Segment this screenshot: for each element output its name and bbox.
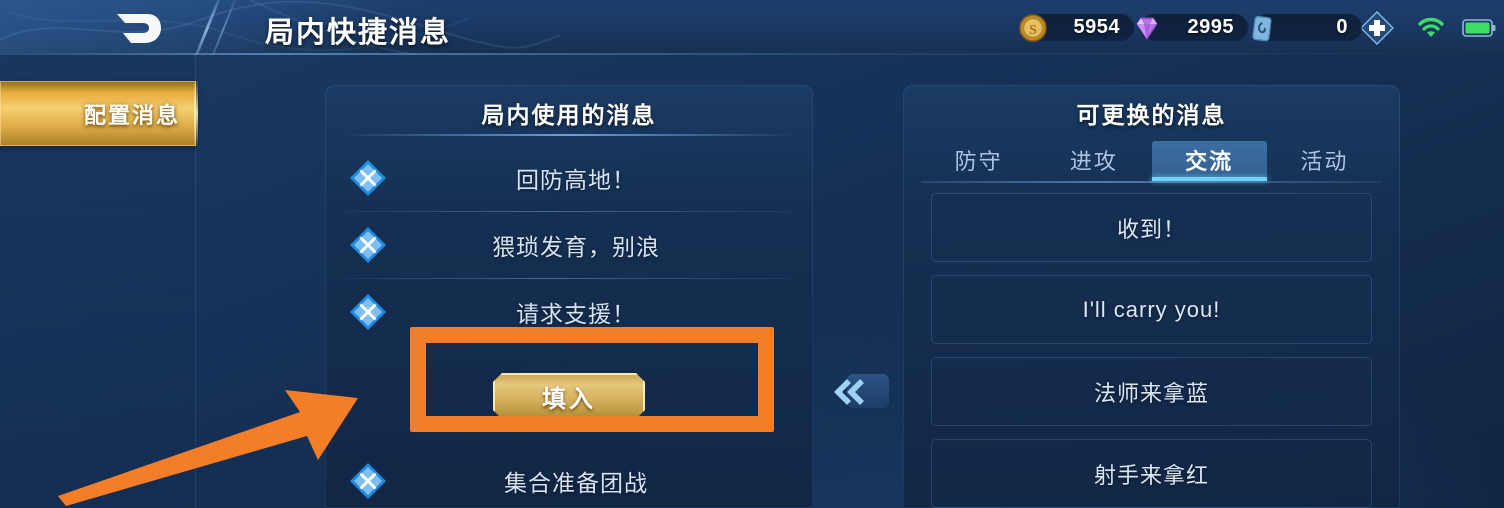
left-sidebar: 配置消息 [0, 55, 198, 508]
currency-ticket-value: 0 [1336, 16, 1348, 38]
option-label: 法师来拿蓝 [1093, 380, 1209, 406]
in-game-messages-panel: 局内使用的消息 回防高地！ 猥琐发育，别浪 请求支援！ 填入 集合准备团战 [325, 85, 813, 508]
list-item[interactable]: 法师来拿蓝 [931, 357, 1372, 426]
currency-ticket[interactable]: 0 [1252, 14, 1362, 42]
message-text: 回防高地！ [516, 166, 636, 193]
fill-in-button-label: 填入 [542, 385, 596, 413]
back-arrow-icon [117, 14, 161, 43]
tab-label: 进攻 [1069, 149, 1118, 174]
option-label: 射手来拿红 [1093, 462, 1209, 488]
svg-text:S: S [1029, 23, 1037, 38]
message-row[interactable]: 猥琐发育，别浪 [325, 211, 813, 278]
message-row[interactable]: 请求支援！ [325, 278, 813, 345]
wifi-icon [1418, 17, 1444, 37]
battery-icon [1462, 18, 1496, 37]
available-message-list: 收到！ I'll carry you! 法师来拿蓝 射手来拿红 [931, 193, 1372, 508]
transfer-left-button[interactable] [825, 372, 895, 412]
tab-communication[interactable]: 交流 [1151, 141, 1268, 181]
available-messages-panel: 可更换的消息 防守 进攻 交流 活动 收到！ I'll carry you! 法… [903, 85, 1400, 508]
tab-label: 活动 [1300, 149, 1349, 174]
delete-x-icon[interactable] [347, 157, 389, 199]
message-text: 猥琐发育，别浪 [492, 233, 660, 260]
in-game-message-list: 回防高地！ 猥琐发育，别浪 请求支援！ 填入 集合准备团战 [325, 144, 813, 508]
system-status-icons [1416, 16, 1496, 40]
tab-label: 防守 [954, 149, 1003, 174]
fill-in-row: 填入 [325, 345, 813, 447]
gold-coin-icon: S [1016, 11, 1050, 45]
list-item[interactable]: I'll carry you! [931, 275, 1372, 344]
tab-label: 交流 [1185, 149, 1234, 174]
right-panel-title: 可更换的消息 [1076, 102, 1227, 128]
delete-x-icon[interactable] [347, 291, 389, 333]
plus-icon [1360, 10, 1394, 45]
option-label: 收到！ [1116, 216, 1186, 242]
currency-diamond-value: 2995 [1187, 16, 1234, 38]
message-text: 集合准备团战 [504, 469, 648, 496]
message-row[interactable]: 回防高地！ [325, 144, 813, 211]
app-root: 局内快捷消息 5954 S 2995 0 配置消息 局内使用的消息 回防高地！ … [0, 0, 1504, 508]
left-panel-title: 局内使用的消息 [481, 102, 657, 128]
currency-bar: 5954 S 2995 0 [1019, 0, 1496, 55]
list-item[interactable]: 收到！ [931, 193, 1372, 262]
message-text: 请求支援！ [516, 300, 636, 327]
delete-x-icon[interactable] [347, 224, 389, 266]
left-panel-title-rule [343, 134, 795, 136]
tab-attack[interactable]: 进攻 [1036, 141, 1151, 179]
top-header-bar: 局内快捷消息 5954 S 2995 0 [0, 0, 1504, 55]
currency-diamond[interactable]: 2995 [1136, 14, 1248, 42]
sidebar-item-configure-messages[interactable]: 配置消息 [0, 81, 198, 146]
sidebar-item-label: 配置消息 [83, 102, 180, 128]
back-button[interactable] [98, 6, 172, 50]
page-title: 局内快捷消息 [265, 17, 452, 49]
double-chevron-left-icon [834, 379, 864, 405]
delete-x-icon[interactable] [347, 460, 389, 502]
tab-activity[interactable]: 活动 [1267, 141, 1382, 179]
fill-in-button[interactable]: 填入 [493, 373, 645, 419]
currency-gold[interactable]: 5954 S [1019, 13, 1134, 42]
tab-defense[interactable]: 防守 [921, 141, 1036, 179]
ticket-card-icon [1244, 11, 1278, 45]
diamond-icon [1130, 11, 1164, 45]
tabs-underline-rule [921, 181, 1382, 183]
add-currency-button[interactable] [1360, 10, 1394, 45]
message-row[interactable]: 集合准备团战 [325, 447, 813, 508]
list-item[interactable]: 射手来拿红 [931, 439, 1372, 508]
message-category-tabs: 防守 进攻 交流 活动 [921, 141, 1382, 181]
option-label: I'll carry you! [1082, 296, 1221, 322]
currency-gold-value: 5954 [1073, 16, 1120, 38]
